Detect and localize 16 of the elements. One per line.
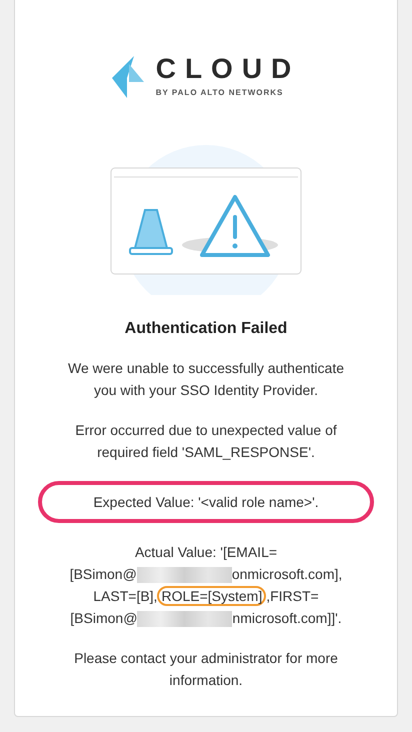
logo-tagline: BY PALO ALTO NETWORKS (156, 87, 284, 99)
message-text: onmicrosoft.com], (232, 566, 342, 582)
message-text: We were unable to successfully authenticate you with your SSO Identity Provider. (68, 360, 344, 398)
page-title: Authentication Failed (124, 319, 288, 339)
message-text: Error occurred due to unexpected value of required field 'SAML_RESPONSE'. (75, 422, 337, 460)
message-text: Expected Value: '<valid role name>'. (93, 494, 319, 510)
logo-wordmark: CLOUD (156, 55, 300, 83)
message-text: [BSimon@ (70, 610, 138, 626)
message-text: ,FIRST= (266, 588, 319, 604)
message-text: nmicrosoft.com]]'. (232, 610, 342, 626)
highlighted-text: ROLE=[System] (157, 586, 266, 606)
message-text: Actual Value: '[EMAIL= (134, 544, 278, 560)
message-text: LAST=[B], (93, 588, 158, 604)
logo-icon (112, 56, 146, 98)
message-text: [BSimon@ (70, 566, 137, 582)
message-text: Please contact your administrator for more information. (74, 650, 338, 688)
